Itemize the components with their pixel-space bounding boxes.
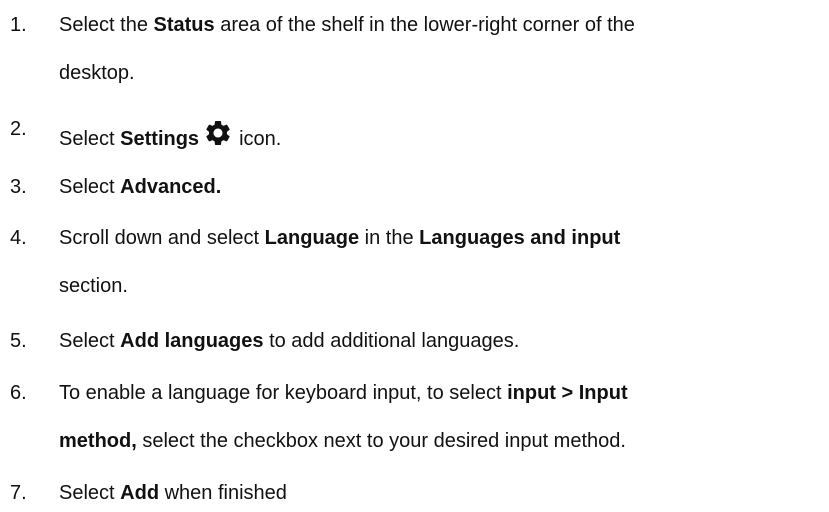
gear-icon	[203, 118, 233, 154]
step-text: To enable a language for keyboard input,…	[59, 382, 628, 404]
step-text: Select Add languages to add additional l…	[59, 330, 520, 352]
step-text: Select the Status area of the shelf in t…	[59, 14, 635, 36]
step-number: 7.	[10, 482, 27, 504]
instructions-document: 1. Select the Status area of the shelf i…	[0, 0, 829, 512]
step-number: 6.	[10, 382, 27, 404]
step-number: 1.	[10, 14, 27, 36]
step-text: Select Settings icon.	[59, 118, 281, 154]
step-text-continued: section.	[59, 275, 128, 297]
step-text: Scroll down and select Language in the L…	[59, 227, 621, 249]
step-text-continued: method, select the checkbox next to your…	[59, 430, 626, 452]
step-text: Select Add when finished	[59, 482, 287, 504]
step-number: 5.	[10, 330, 27, 352]
step-text-continued: desktop.	[59, 62, 135, 84]
step-text: Select Advanced.	[59, 176, 222, 198]
step-number: 3.	[10, 176, 27, 198]
step-number: 2.	[10, 118, 27, 140]
step-number: 4.	[10, 227, 27, 249]
